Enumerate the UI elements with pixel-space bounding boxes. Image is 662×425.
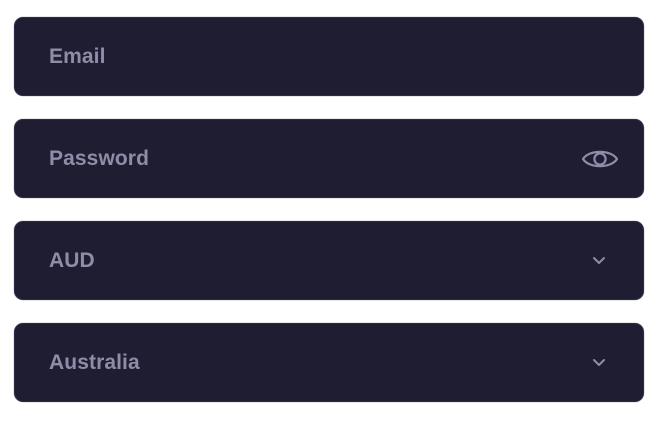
password-field[interactable]: Password <box>14 119 644 198</box>
signup-form: Email Password AUD Australia <box>14 17 644 425</box>
eye-icon[interactable] <box>581 146 619 172</box>
password-placeholder: Password <box>49 146 150 170</box>
email-placeholder: Email <box>49 44 106 68</box>
currency-select[interactable]: AUD <box>14 221 644 300</box>
currency-selected-value: AUD <box>49 248 95 272</box>
country-select[interactable]: Australia <box>14 323 644 402</box>
chevron-down-icon <box>589 353 609 373</box>
chevron-down-icon <box>589 251 609 271</box>
email-field[interactable]: Email <box>14 17 644 96</box>
country-selected-value: Australia <box>49 350 140 374</box>
